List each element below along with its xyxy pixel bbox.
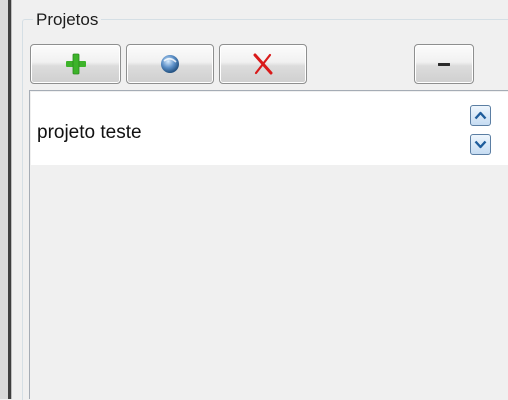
window-edge <box>0 0 12 399</box>
minus-icon <box>438 63 450 66</box>
refresh-project-button[interactable] <box>126 44 214 84</box>
list-item[interactable]: projeto teste <box>31 92 508 165</box>
plus-icon <box>65 53 86 75</box>
chevron-down-icon <box>474 140 487 149</box>
chevron-up-icon <box>474 111 487 120</box>
delete-project-button[interactable] <box>219 44 307 84</box>
collapse-panel-button[interactable] <box>414 44 474 84</box>
projects-list[interactable]: projeto teste <box>29 90 508 399</box>
move-down-button[interactable] <box>470 134 491 155</box>
add-project-button[interactable] <box>30 44 121 84</box>
x-delete-icon <box>253 53 273 75</box>
groupbox-title: Projetos <box>33 10 102 30</box>
list-item-label: projeto teste <box>37 122 142 143</box>
move-up-button[interactable] <box>470 105 491 126</box>
refresh-globe-icon <box>161 55 179 73</box>
